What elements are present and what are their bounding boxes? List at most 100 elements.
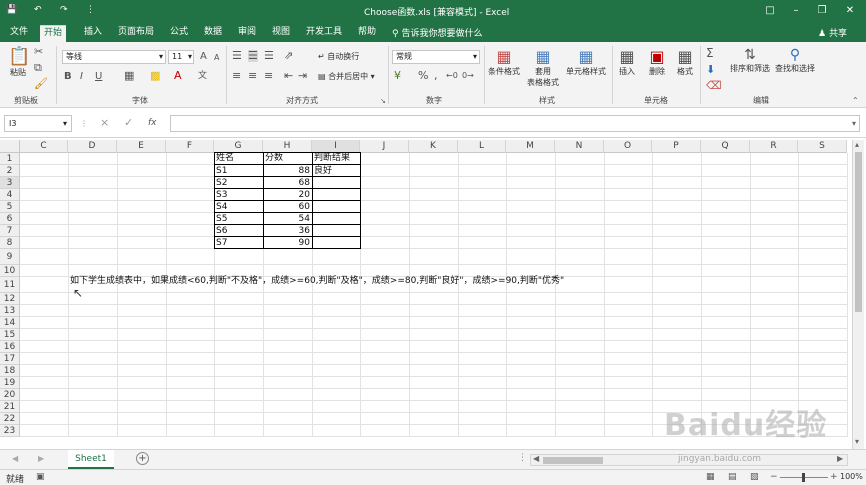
zoom-slider-thumb[interactable] <box>802 473 805 482</box>
column-header[interactable]: D <box>68 140 117 153</box>
column-header[interactable]: N <box>555 140 604 153</box>
normal-view-icon[interactable]: ▦ <box>706 472 715 482</box>
table-cell-name[interactable]: S7 <box>216 237 227 249</box>
zoom-level[interactable]: 100% <box>840 472 863 481</box>
row-header[interactable]: 8 <box>0 237 20 249</box>
insert-function-icon[interactable]: fx <box>148 117 157 129</box>
scroll-down-icon[interactable]: ▾ <box>855 437 859 446</box>
undo-icon[interactable]: ↶ <box>34 5 42 15</box>
save-icon[interactable]: 💾 <box>6 5 17 15</box>
row-header[interactable]: 12 <box>0 293 20 305</box>
column-header[interactable]: R <box>750 140 798 153</box>
column-header[interactable]: K <box>409 140 458 153</box>
column-header[interactable]: F <box>166 140 214 153</box>
row-header[interactable]: 16 <box>0 341 20 353</box>
share-button[interactable]: ♟ 共享 <box>818 26 847 39</box>
clear-icon[interactable]: ⌫ <box>706 80 722 92</box>
table-cell-score[interactable]: 88 <box>263 165 310 177</box>
row-header[interactable]: 15 <box>0 329 20 341</box>
row-header[interactable]: 23 <box>0 425 20 437</box>
instruction-note[interactable]: 如下学生成绩表中，如果成绩<60,判断"不及格"，成绩>=60,判断"及格"，成… <box>70 275 564 287</box>
row-header[interactable]: 10 <box>0 265 20 277</box>
tab-page-layout[interactable]: 页面布局 <box>114 25 158 42</box>
number-format-select[interactable]: 常规 ▾ <box>392 50 480 64</box>
orientation-icon[interactable]: ⇗ <box>284 50 293 62</box>
currency-icon[interactable]: ¥ <box>394 70 401 82</box>
column-header[interactable]: L <box>458 140 506 153</box>
align-middle-icon[interactable]: ☰ <box>248 50 258 62</box>
row-header[interactable]: 13 <box>0 305 20 317</box>
row-header[interactable]: 6 <box>0 213 20 225</box>
row-header[interactable]: 17 <box>0 353 20 365</box>
wrap-text-button[interactable]: ↵ 自动换行 <box>318 51 359 62</box>
scroll-up-icon[interactable]: ▴ <box>855 140 859 149</box>
tab-help[interactable]: 帮助 <box>354 25 380 42</box>
column-header[interactable]: S <box>798 140 847 153</box>
underline-button[interactable]: U <box>95 71 102 83</box>
fill-icon[interactable]: ⬇ <box>706 64 715 76</box>
worksheet-grid[interactable]: C D E F G H I J K L M N O P Q R S 1 2 3 … <box>0 138 866 449</box>
sheet-tab-sheet1[interactable]: Sheet1 <box>68 450 114 469</box>
macro-record-icon[interactable]: ▣ <box>36 472 45 482</box>
comma-icon[interactable]: , <box>434 70 438 82</box>
row-header[interactable]: 5 <box>0 201 20 213</box>
align-bottom-icon[interactable]: ☰ <box>264 50 274 62</box>
scroll-left-icon[interactable]: ◀ <box>533 454 539 463</box>
phonetic-icon[interactable]: 文 <box>198 70 207 82</box>
expand-formula-icon[interactable]: ▾ <box>852 118 856 130</box>
dialog-launcher-icon[interactable]: ↘ <box>380 95 386 107</box>
fill-color-icon[interactable]: ▩ <box>150 70 160 82</box>
font-size-select[interactable]: 11 ▾ <box>168 50 194 64</box>
table-cell-name[interactable]: S3 <box>216 189 227 201</box>
tab-insert[interactable]: 插入 <box>80 25 106 42</box>
increase-decimal-icon[interactable]: ←0 <box>446 70 458 82</box>
tab-developer[interactable]: 开发工具 <box>302 25 346 42</box>
autosum-icon[interactable]: Σ <box>706 47 714 59</box>
chevron-down-icon[interactable]: ⋮ <box>86 5 95 15</box>
bold-button[interactable]: B <box>64 71 72 83</box>
tab-review[interactable]: 审阅 <box>234 25 260 42</box>
sort-filter-button[interactable]: ⇅ 排序和筛选 <box>728 47 772 74</box>
row-header[interactable]: 9 <box>0 249 20 265</box>
redo-icon[interactable]: ↷ <box>60 5 68 15</box>
row-header[interactable]: 21 <box>0 401 20 413</box>
table-cell-score[interactable]: 20 <box>263 189 310 201</box>
borders-icon[interactable]: ▦ <box>124 70 134 82</box>
minimize-icon[interactable]: – <box>788 3 804 19</box>
row-header[interactable]: 20 <box>0 389 20 401</box>
row-header[interactable]: 4 <box>0 189 20 201</box>
tab-file[interactable]: 文件 <box>6 25 32 42</box>
cut-icon[interactable]: ✂ <box>34 46 43 58</box>
row-header[interactable]: 7 <box>0 225 20 237</box>
vertical-scrollbar[interactable]: ▴ ▾ <box>852 140 864 449</box>
table-header-result[interactable]: 判断结果 <box>314 152 350 164</box>
column-header[interactable]: O <box>604 140 652 153</box>
zoom-in-icon[interactable]: + <box>830 472 838 482</box>
align-right-icon[interactable]: ≡ <box>264 70 273 82</box>
page-break-view-icon[interactable]: ▧ <box>750 472 759 482</box>
table-cell-result[interactable]: 良好 <box>314 165 332 177</box>
row-header[interactable]: 18 <box>0 365 20 377</box>
percent-icon[interactable]: % <box>418 70 428 82</box>
column-header[interactable]: P <box>652 140 701 153</box>
column-header[interactable]: Q <box>701 140 750 153</box>
tab-data[interactable]: 数据 <box>200 25 226 42</box>
collapse-ribbon-icon[interactable]: ⌃ <box>852 95 859 107</box>
table-cell-name[interactable]: S4 <box>216 201 227 213</box>
table-cell-score[interactable]: 36 <box>263 225 310 237</box>
table-header-score[interactable]: 分数 <box>265 152 283 164</box>
row-header[interactable]: 3 <box>0 177 20 189</box>
align-left-icon[interactable]: ≡ <box>232 70 241 82</box>
table-cell-name[interactable]: S1 <box>216 165 227 177</box>
table-cell-score[interactable]: 60 <box>263 201 310 213</box>
name-box[interactable]: I3 ▾ <box>4 115 72 132</box>
table-cell-name[interactable]: S2 <box>216 177 227 189</box>
conditional-formatting-button[interactable]: ▦ 条件格式 <box>486 47 522 77</box>
table-cell-name[interactable]: S6 <box>216 225 227 237</box>
format-cells-button[interactable]: ▦ 格式 <box>672 47 698 77</box>
find-select-button[interactable]: ⚲ 查找和选择 <box>774 47 816 74</box>
row-header[interactable]: 19 <box>0 377 20 389</box>
format-painter-icon[interactable]: 🖌 <box>34 78 48 90</box>
column-header[interactable]: E <box>117 140 166 153</box>
close-icon[interactable]: ✕ <box>842 3 858 19</box>
